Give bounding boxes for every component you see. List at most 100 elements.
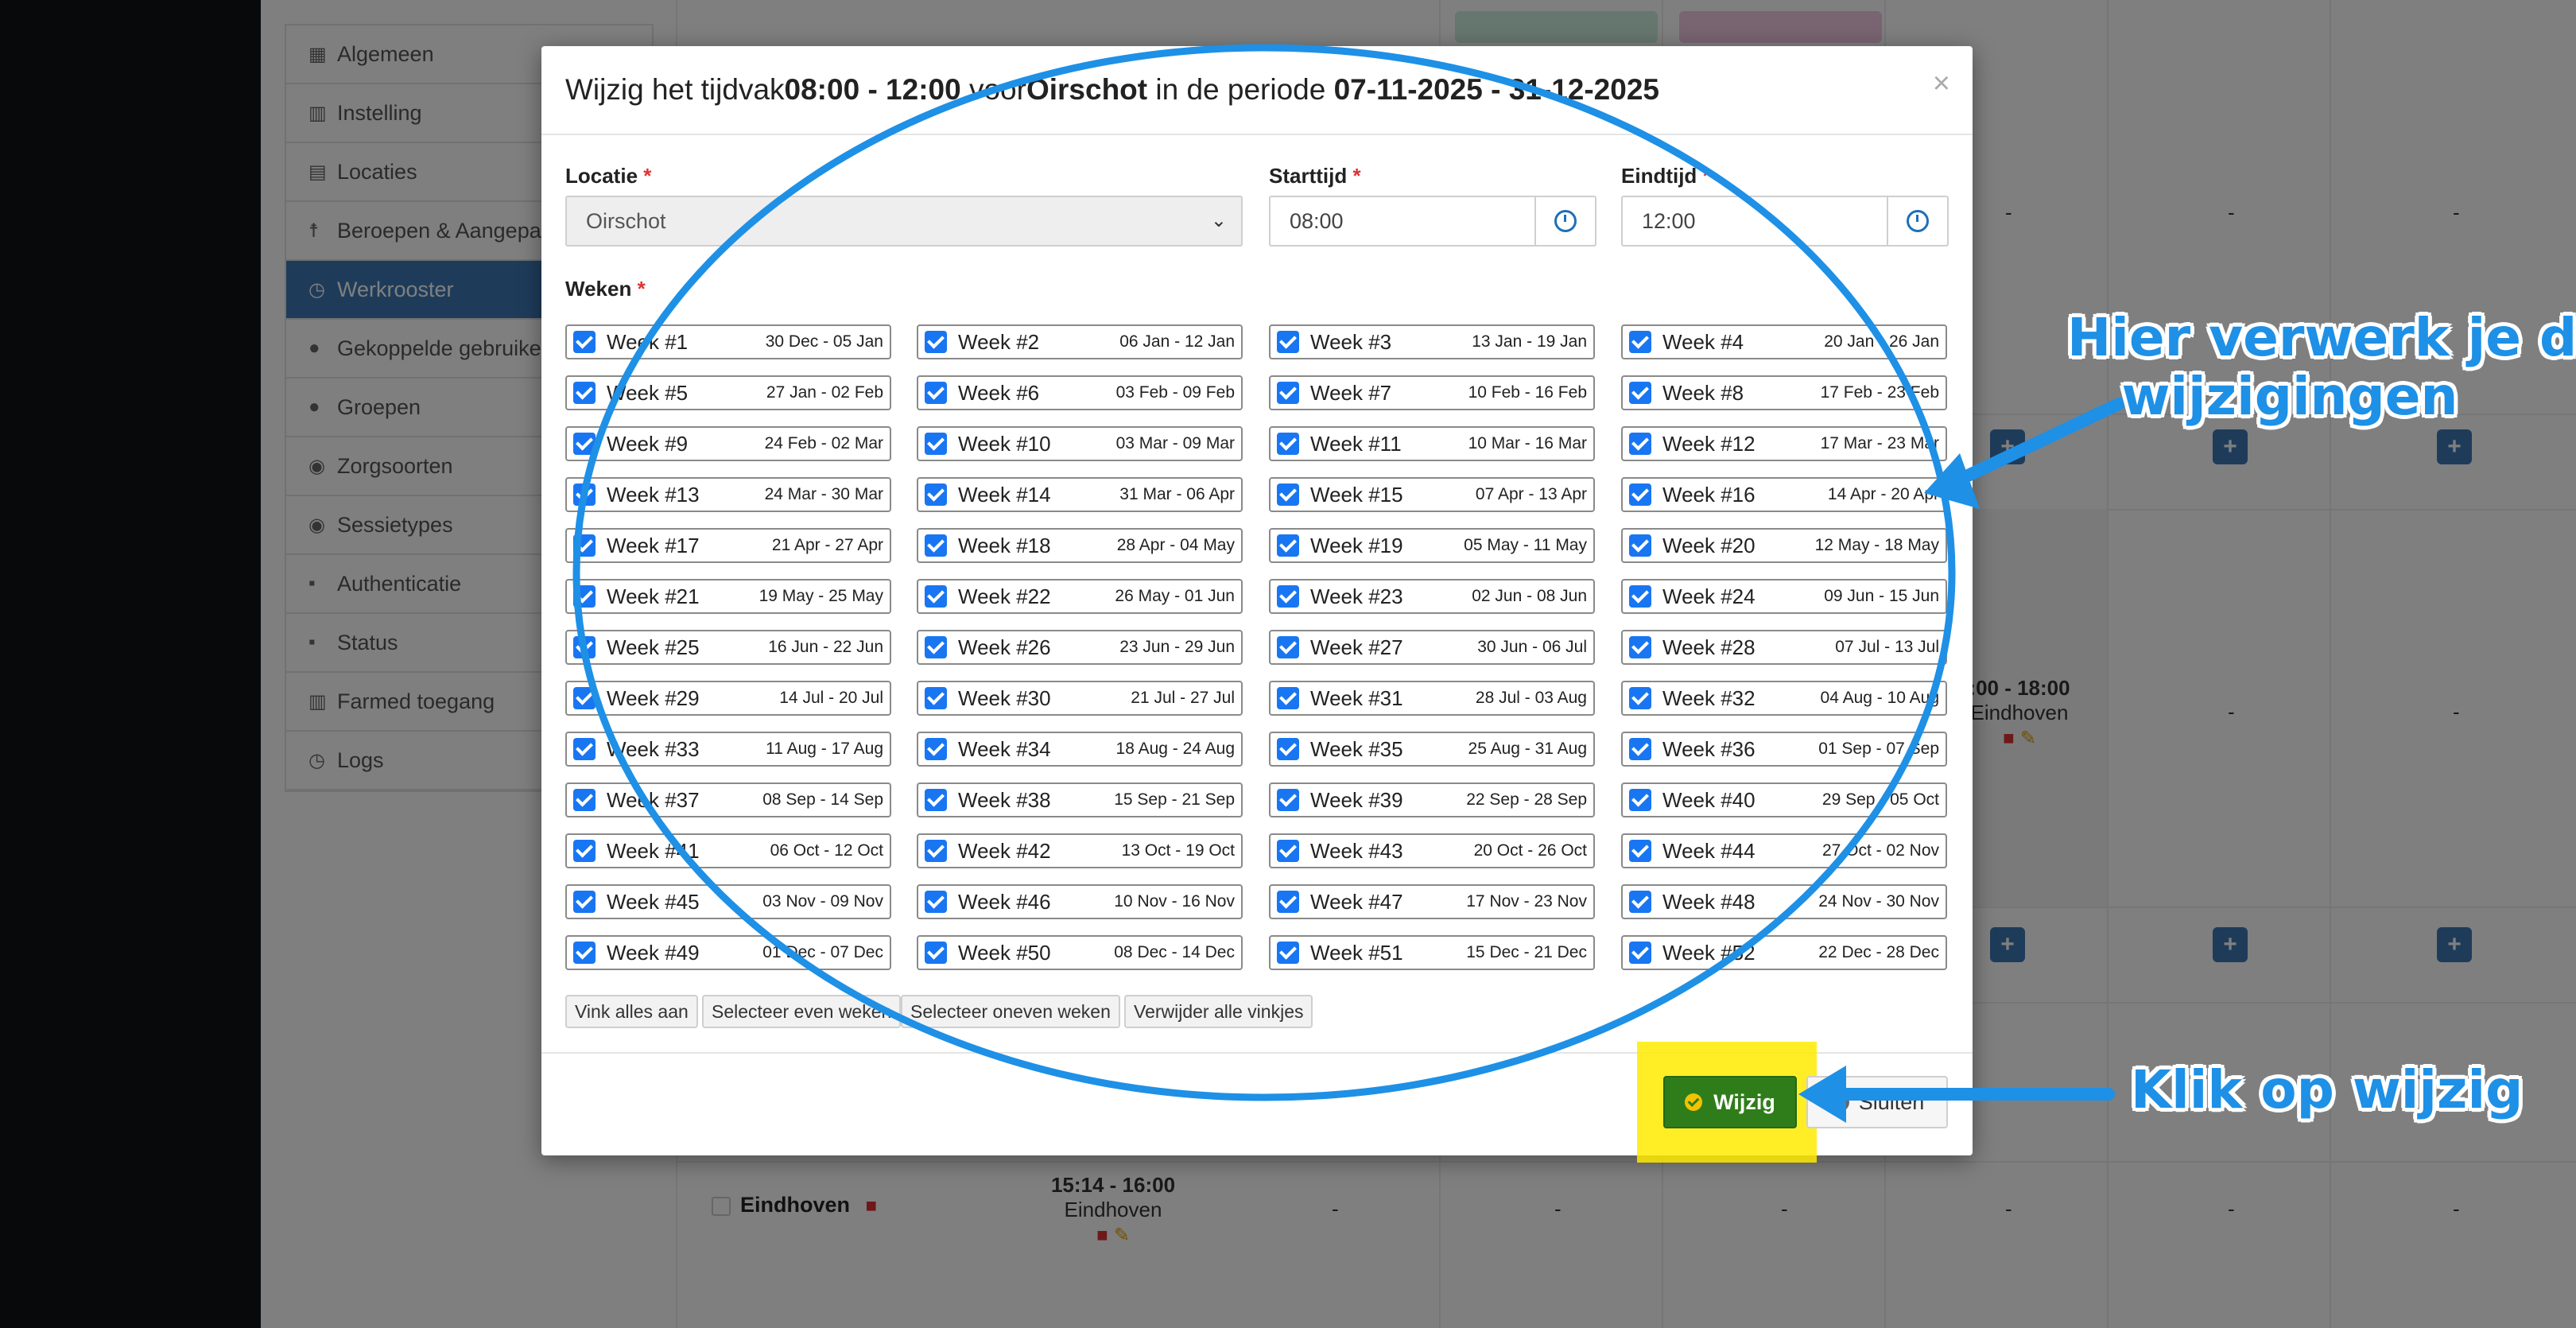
checkbox-checked-icon[interactable] [925, 738, 947, 760]
checkbox-checked-icon[interactable] [925, 942, 947, 964]
week-checkbox[interactable]: Week #20 12 May - 18 May [1621, 528, 1947, 563]
checkbox-checked-icon[interactable] [1629, 585, 1651, 608]
checkbox-checked-icon[interactable] [1277, 483, 1299, 506]
checkbox-checked-icon[interactable] [573, 331, 596, 353]
checkbox-checked-icon[interactable] [1277, 942, 1299, 964]
week-checkbox[interactable]: Week #15 07 Apr - 13 Apr [1269, 477, 1595, 512]
checkbox-checked-icon[interactable] [1629, 483, 1651, 506]
select-even-weeks-button[interactable]: Selecteer even weken [702, 995, 902, 1028]
checkbox-checked-icon[interactable] [1277, 738, 1299, 760]
week-checkbox[interactable]: Week #25 16 Jun - 22 Jun [565, 630, 891, 665]
checkbox-checked-icon[interactable] [1277, 433, 1299, 455]
week-checkbox[interactable]: Week #14 31 Mar - 06 Apr [917, 477, 1243, 512]
checkbox-checked-icon[interactable] [1277, 840, 1299, 862]
week-checkbox[interactable]: Week #46 10 Nov - 16 Nov [917, 884, 1243, 919]
checkbox-checked-icon[interactable] [573, 789, 596, 811]
week-checkbox[interactable]: Week #33 11 Aug - 17 Aug [565, 732, 891, 767]
week-checkbox[interactable]: Week #37 08 Sep - 14 Sep [565, 782, 891, 817]
checkbox-checked-icon[interactable] [925, 534, 947, 557]
week-checkbox[interactable]: Week #32 04 Aug - 10 Aug [1621, 681, 1947, 716]
checkbox-checked-icon[interactable] [573, 433, 596, 455]
locatie-select[interactable]: Oirschot ⌄ [565, 196, 1243, 247]
week-checkbox[interactable]: Week #35 25 Aug - 31 Aug [1269, 732, 1595, 767]
checkbox-checked-icon[interactable] [1277, 585, 1299, 608]
week-checkbox[interactable]: Week #6 03 Feb - 09 Feb [917, 375, 1243, 410]
week-checkbox[interactable]: Week #42 13 Oct - 19 Oct [917, 833, 1243, 868]
week-checkbox[interactable]: Week #5 27 Jan - 02 Feb [565, 375, 891, 410]
week-checkbox[interactable]: Week #48 24 Nov - 30 Nov [1621, 884, 1947, 919]
checkbox-checked-icon[interactable] [1277, 891, 1299, 913]
eindtijd-input[interactable]: 12:00 [1621, 196, 1949, 247]
week-checkbox[interactable]: Week #36 01 Sep - 07 Sep [1621, 732, 1947, 767]
week-checkbox[interactable]: Week #23 02 Jun - 08 Jun [1269, 579, 1595, 614]
checkbox-checked-icon[interactable] [573, 636, 596, 658]
week-checkbox[interactable]: Week #44 27 Oct - 02 Nov [1621, 833, 1947, 868]
starttijd-input[interactable]: 08:00 [1269, 196, 1596, 247]
week-checkbox[interactable]: Week #47 17 Nov - 23 Nov [1269, 884, 1595, 919]
checkbox-checked-icon[interactable] [1629, 687, 1651, 709]
checkbox-checked-icon[interactable] [1277, 534, 1299, 557]
week-checkbox[interactable]: Week #50 08 Dec - 14 Dec [917, 935, 1243, 970]
week-checkbox[interactable]: Week #21 19 May - 25 May [565, 579, 891, 614]
week-checkbox[interactable]: Week #16 14 Apr - 20 Apr [1621, 477, 1947, 512]
checkbox-checked-icon[interactable] [1629, 382, 1651, 404]
checkbox-checked-icon[interactable] [925, 382, 947, 404]
checkbox-checked-icon[interactable] [925, 636, 947, 658]
checkbox-checked-icon[interactable] [1629, 942, 1651, 964]
week-checkbox[interactable]: Week #11 10 Mar - 16 Mar [1269, 426, 1595, 461]
checkbox-checked-icon[interactable] [1629, 636, 1651, 658]
clock-button[interactable] [1887, 197, 1947, 245]
checkbox-checked-icon[interactable] [1629, 534, 1651, 557]
week-checkbox[interactable]: Week #13 24 Mar - 30 Mar [565, 477, 891, 512]
week-checkbox[interactable]: Week #22 26 May - 01 Jun [917, 579, 1243, 614]
week-checkbox[interactable]: Week #24 09 Jun - 15 Jun [1621, 579, 1947, 614]
checkbox-checked-icon[interactable] [925, 840, 947, 862]
checkbox-checked-icon[interactable] [573, 585, 596, 608]
sluiten-button[interactable]: × Sluiten [1806, 1076, 1948, 1128]
checkbox-checked-icon[interactable] [573, 483, 596, 506]
clock-button[interactable] [1534, 197, 1595, 245]
checkbox-checked-icon[interactable] [573, 891, 596, 913]
checkbox-checked-icon[interactable] [1629, 789, 1651, 811]
week-checkbox[interactable]: Week #51 15 Dec - 21 Dec [1269, 935, 1595, 970]
week-checkbox[interactable]: Week #34 18 Aug - 24 Aug [917, 732, 1243, 767]
checkbox-checked-icon[interactable] [573, 738, 596, 760]
week-checkbox[interactable]: Week #3 13 Jan - 19 Jan [1269, 324, 1595, 359]
week-checkbox[interactable]: Week #45 03 Nov - 09 Nov [565, 884, 891, 919]
week-checkbox[interactable]: Week #40 29 Sep - 05 Oct [1621, 782, 1947, 817]
checkbox-checked-icon[interactable] [1277, 331, 1299, 353]
week-checkbox[interactable]: Week #12 17 Mar - 23 Mar [1621, 426, 1947, 461]
close-icon[interactable]: × [1933, 67, 1950, 101]
week-checkbox[interactable]: Week #10 03 Mar - 09 Mar [917, 426, 1243, 461]
checkbox-checked-icon[interactable] [1629, 840, 1651, 862]
checkbox-checked-icon[interactable] [1277, 687, 1299, 709]
checkbox-checked-icon[interactable] [1277, 382, 1299, 404]
week-checkbox[interactable]: Week #27 30 Jun - 06 Jul [1269, 630, 1595, 665]
check-all-button[interactable]: Vink alles aan [565, 995, 698, 1028]
week-checkbox[interactable]: Week #52 22 Dec - 28 Dec [1621, 935, 1947, 970]
week-checkbox[interactable]: Week #39 22 Sep - 28 Sep [1269, 782, 1595, 817]
checkbox-checked-icon[interactable] [573, 687, 596, 709]
week-checkbox[interactable]: Week #29 14 Jul - 20 Jul [565, 681, 891, 716]
checkbox-checked-icon[interactable] [573, 534, 596, 557]
week-checkbox[interactable]: Week #38 15 Sep - 21 Sep [917, 782, 1243, 817]
checkbox-checked-icon[interactable] [573, 840, 596, 862]
checkbox-checked-icon[interactable] [1629, 331, 1651, 353]
week-checkbox[interactable]: Week #18 28 Apr - 04 May [917, 528, 1243, 563]
checkbox-checked-icon[interactable] [925, 789, 947, 811]
week-checkbox[interactable]: Week #1 30 Dec - 05 Jan [565, 324, 891, 359]
week-checkbox[interactable]: Week #49 01 Dec - 07 Dec [565, 935, 891, 970]
week-checkbox[interactable]: Week #26 23 Jun - 29 Jun [917, 630, 1243, 665]
checkbox-checked-icon[interactable] [573, 382, 596, 404]
week-checkbox[interactable]: Week #41 06 Oct - 12 Oct [565, 833, 891, 868]
week-checkbox[interactable]: Week #30 21 Jul - 27 Jul [917, 681, 1243, 716]
week-checkbox[interactable]: Week #4 20 Jan - 26 Jan [1621, 324, 1947, 359]
checkbox-checked-icon[interactable] [573, 942, 596, 964]
checkbox-checked-icon[interactable] [925, 891, 947, 913]
checkbox-checked-icon[interactable] [1277, 636, 1299, 658]
checkbox-checked-icon[interactable] [1277, 789, 1299, 811]
uncheck-all-button[interactable]: Verwijder alle vinkjes [1124, 995, 1313, 1028]
select-odd-weeks-button[interactable]: Selecteer oneven weken [901, 995, 1120, 1028]
checkbox-checked-icon[interactable] [925, 483, 947, 506]
week-checkbox[interactable]: Week #9 24 Feb - 02 Mar [565, 426, 891, 461]
